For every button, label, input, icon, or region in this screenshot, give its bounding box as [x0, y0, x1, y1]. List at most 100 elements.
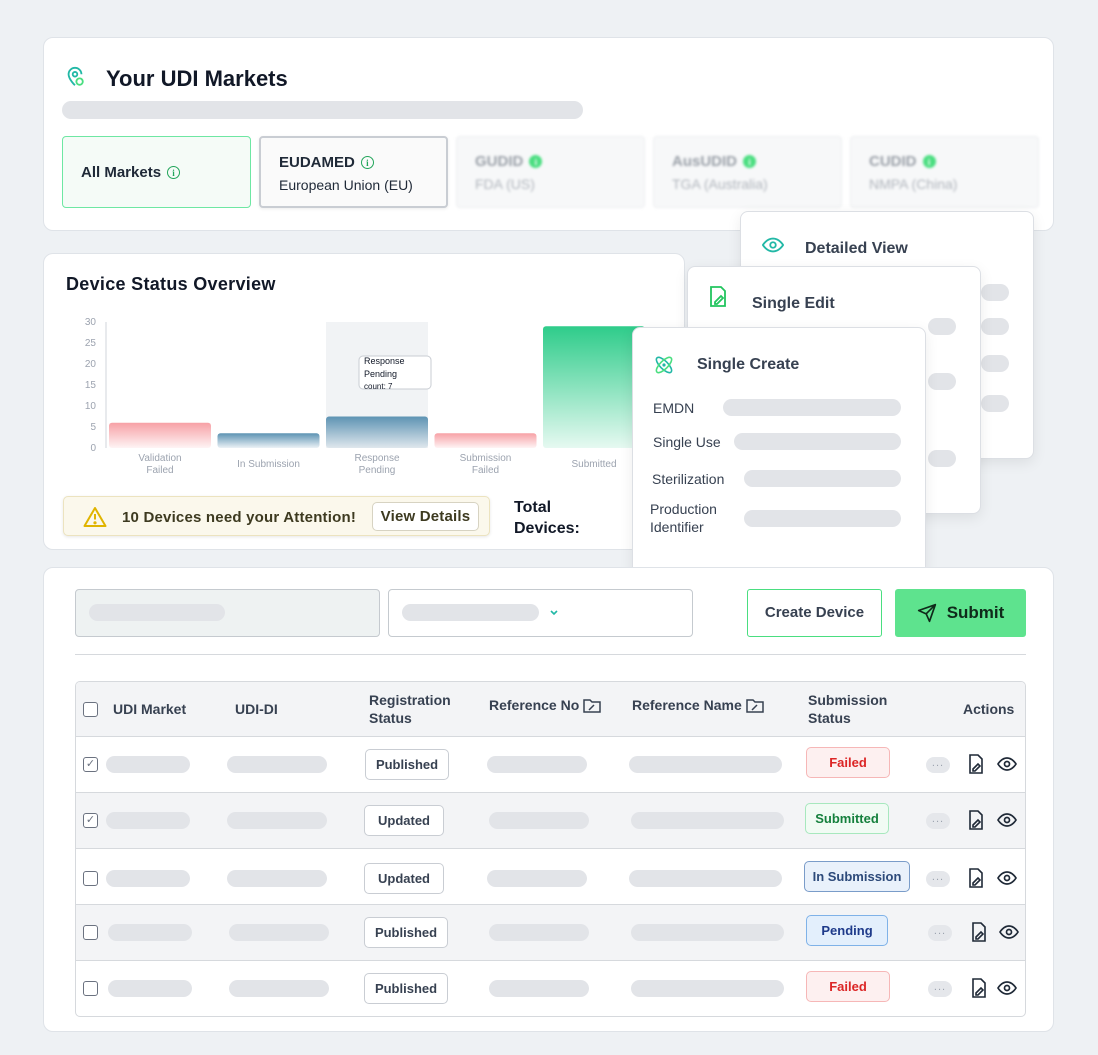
- search-input[interactable]: [75, 589, 380, 637]
- header-submission-status: Submission Status: [808, 692, 888, 726]
- sterilization-input[interactable]: [744, 470, 901, 487]
- view-details-button[interactable]: View Details: [372, 502, 479, 531]
- edit-document-icon[interactable]: [966, 868, 986, 888]
- info-icon: i: [922, 155, 936, 168]
- atom-icon: [655, 356, 673, 374]
- y-tick-label: 10: [85, 401, 97, 412]
- y-tick-label: 20: [85, 359, 97, 370]
- udi-di-placeholder: [227, 812, 327, 829]
- reference-name-placeholder: [631, 924, 784, 941]
- eye-icon[interactable]: [997, 754, 1017, 774]
- x-tick-label: Response: [354, 453, 399, 464]
- market-tab-gudid[interactable]: GUDID i FDA (US): [456, 136, 645, 208]
- eye-icon[interactable]: [997, 810, 1017, 830]
- row-checkbox[interactable]: [83, 871, 98, 886]
- market-code: GUDID: [475, 153, 524, 170]
- bar-validation-failed[interactable]: [109, 422, 211, 448]
- edit-document-icon[interactable]: [966, 810, 986, 830]
- dropdown-placeholder: [402, 604, 539, 621]
- emdn-input[interactable]: [723, 399, 901, 416]
- market-region: FDA (US): [475, 176, 535, 192]
- y-tick-label: 5: [90, 422, 96, 433]
- info-icon: i: [529, 155, 543, 168]
- market-tab-all[interactable]: All Markets i: [62, 136, 251, 208]
- row-checkbox[interactable]: ✓: [83, 813, 98, 828]
- market-region: TGA (Australia): [672, 176, 768, 192]
- attention-text: 10 Devices need your Attention!: [122, 509, 357, 526]
- tooltip-title: Pending: [364, 369, 397, 379]
- row-checkbox[interactable]: ✓: [83, 757, 98, 772]
- submission-status-badge: In Submission: [804, 861, 910, 892]
- placeholder-bar: [981, 355, 1009, 372]
- info-icon: i: [360, 156, 374, 169]
- location-pin-icon: [67, 66, 84, 86]
- status-bar-chart: 051015202530ValidationFailedIn Submissio…: [85, 317, 645, 476]
- row-checkbox[interactable]: [83, 981, 98, 996]
- submission-status-badge: Failed: [806, 971, 890, 1002]
- eye-icon[interactable]: [999, 922, 1019, 942]
- table-row[interactable]: Updated In Submission...: [76, 849, 1025, 905]
- x-tick-label: Pending: [359, 465, 396, 476]
- eye-icon[interactable]: [997, 978, 1017, 998]
- y-tick-label: 0: [90, 443, 96, 454]
- placeholder-bar: [928, 318, 956, 335]
- single-use-input[interactable]: [734, 433, 901, 450]
- header-registration-status: Registration Status: [369, 692, 451, 726]
- udi-market-placeholder: [106, 812, 190, 829]
- edit-document-icon[interactable]: [969, 978, 989, 998]
- edit-document-icon[interactable]: [969, 922, 989, 942]
- table-row[interactable]: ✓ Published Failed...: [76, 737, 1025, 793]
- reference-name-placeholder: [629, 870, 782, 887]
- y-tick-label: 30: [85, 317, 97, 328]
- submit-button[interactable]: Submit: [895, 589, 1026, 637]
- y-tick-label: 25: [85, 338, 97, 349]
- markets-card: Your UDI Markets All Markets i EUDAMED i E…: [43, 37, 1054, 231]
- y-tick-label: 15: [85, 380, 97, 391]
- bar-response-pending[interactable]: [326, 416, 428, 449]
- warning-icon: [83, 507, 107, 527]
- bar-submitted[interactable]: [543, 326, 645, 448]
- table-row[interactable]: Published Pending...: [76, 905, 1025, 961]
- placeholder-bar: [981, 318, 1009, 335]
- table-row[interactable]: Published Failed...: [76, 961, 1025, 1016]
- x-tick-label: Submission: [460, 453, 512, 464]
- table-row[interactable]: ✓ Updated Submitted...: [76, 793, 1025, 849]
- folder-icon: [583, 699, 602, 713]
- single-create-title: Single Create: [697, 356, 800, 373]
- market-region: European Union (EU): [279, 177, 413, 193]
- bar-submission-failed[interactable]: [434, 433, 537, 448]
- info-icon: i: [167, 166, 181, 179]
- udi-market-placeholder: [108, 980, 192, 997]
- header-reference-name[interactable]: Reference Name: [632, 696, 764, 714]
- more-options-button[interactable]: ...: [928, 981, 952, 997]
- more-options-button[interactable]: ...: [926, 757, 950, 773]
- row-checkbox[interactable]: [83, 925, 98, 940]
- x-tick-label: Failed: [472, 465, 499, 476]
- udi-di-placeholder: [227, 870, 327, 887]
- udi-di-placeholder: [229, 924, 329, 941]
- more-options-button[interactable]: ...: [926, 871, 950, 887]
- chevron-down-icon: [550, 610, 558, 616]
- filter-dropdown[interactable]: [388, 589, 693, 637]
- create-device-button[interactable]: Create Device: [747, 589, 882, 637]
- market-tab-ausudid[interactable]: AusUDID i TGA (Australia): [653, 136, 842, 208]
- x-tick-label: Failed: [146, 465, 173, 476]
- header-reference-no[interactable]: Reference No: [489, 696, 602, 714]
- registration-status-badge: Published: [364, 917, 448, 948]
- device-status-card: Device Status Overview 0 5 10 15 20 25 30 Valid…: [43, 253, 685, 550]
- production-identifier-input[interactable]: [744, 510, 901, 527]
- market-tab-eudamed[interactable]: EUDAMED i European Union (EU): [259, 136, 448, 208]
- status-title: Device Status Overview: [66, 274, 276, 294]
- edit-document-icon[interactable]: [966, 754, 986, 774]
- market-code: AusUDID: [672, 153, 738, 170]
- more-options-button[interactable]: ...: [928, 925, 952, 941]
- search-placeholder: [89, 604, 225, 621]
- bar-in-submission[interactable]: [217, 433, 320, 448]
- market-tab-cudid[interactable]: CUDID i NMPA (China): [850, 136, 1039, 208]
- select-all-checkbox[interactable]: [83, 702, 98, 717]
- subtitle-placeholder: [62, 101, 583, 119]
- more-options-button[interactable]: ...: [926, 813, 950, 829]
- eye-icon[interactable]: [997, 868, 1017, 888]
- registration-status-badge: Updated: [364, 863, 444, 894]
- eye-icon: [762, 237, 784, 253]
